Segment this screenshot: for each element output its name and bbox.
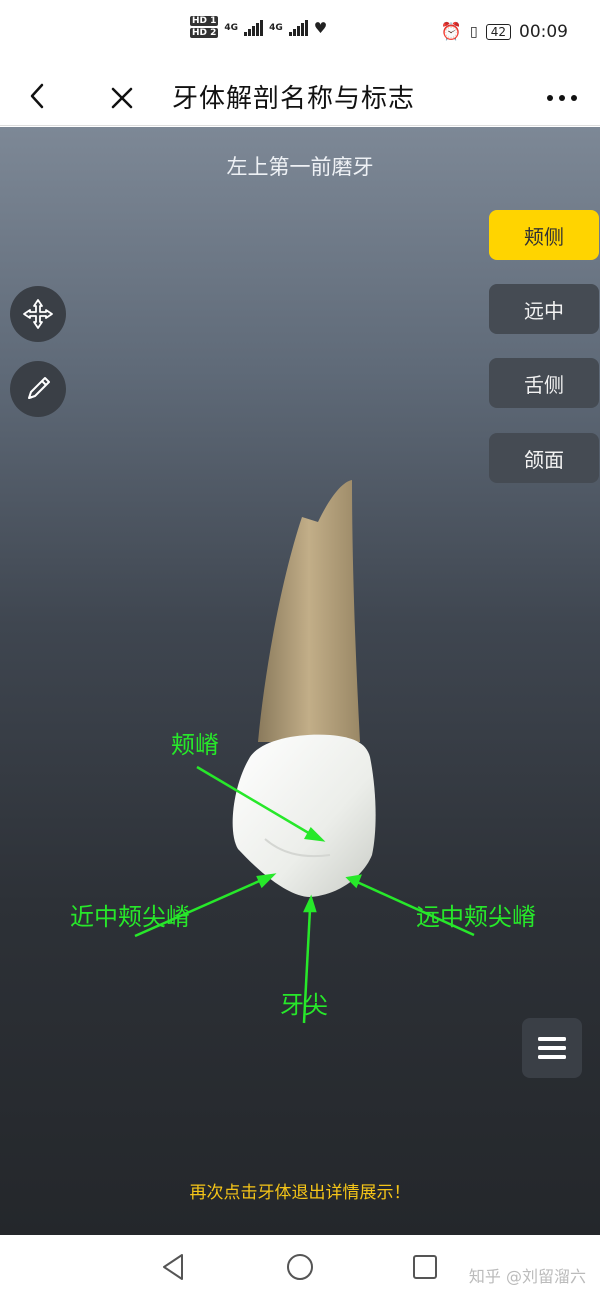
- signal-icon-2: [288, 20, 308, 36]
- alarm-icon: ⏰: [440, 22, 462, 42]
- app-header: 牙体解剖名称与标志: [0, 66, 600, 126]
- annotation-mesial-cusp-ridge: 近中颊尖嵴: [70, 903, 190, 931]
- watermark: 知乎 @刘留溜六: [468, 1267, 586, 1286]
- net2-label: 4G: [269, 23, 283, 33]
- tooth-root: [258, 480, 360, 742]
- nav-home-icon[interactable]: [284, 1251, 316, 1283]
- net1-label: 4G: [224, 23, 239, 33]
- annotation-distal-cusp-ridge: 远中颊尖嵴: [416, 903, 536, 931]
- tooth-crown: [232, 734, 376, 897]
- back-button[interactable]: [20, 76, 60, 116]
- tooth-model[interactable]: [0, 127, 600, 1235]
- hd-badges: HD 1 HD 2: [190, 16, 219, 40]
- hamburger-icon: [538, 1037, 566, 1059]
- hd2-badge: HD 2: [190, 28, 219, 38]
- more-icon: [547, 95, 577, 101]
- clock: 00:09: [519, 22, 568, 42]
- more-button[interactable]: [542, 76, 582, 116]
- exit-hint: 再次点击牙体退出详情展示！: [189, 1183, 411, 1203]
- close-button[interactable]: [102, 76, 142, 116]
- battery-icon: 42: [485, 24, 511, 40]
- annotation-cusp-tip: 牙尖: [280, 991, 328, 1019]
- close-icon: [111, 87, 133, 109]
- status-right: ⏰ ▯ 42 00:09: [441, 22, 568, 42]
- signal-icon: [244, 20, 264, 36]
- nav-recents-icon[interactable]: [409, 1251, 441, 1283]
- annotation-buccal-ridge: 颊嵴: [171, 731, 219, 759]
- page-title: 牙体解剖名称与标志: [172, 84, 416, 114]
- status-bar: HD 1 HD 2 4G 4G ♥ ⏰ ▯ 42 00:09: [0, 0, 600, 66]
- hd1-badge: HD 1: [190, 16, 219, 26]
- nav-back-icon[interactable]: [158, 1251, 190, 1283]
- status-left: HD 1 HD 2 4G 4G ♥: [190, 16, 327, 40]
- menu-button[interactable]: [522, 1018, 582, 1078]
- heart-icon: ♥: [313, 19, 328, 37]
- vibrate-icon: ▯: [470, 24, 478, 40]
- back-icon: [30, 83, 44, 109]
- system-nav-bar: 知乎 @刘留溜六: [0, 1235, 600, 1299]
- tooth-viewer[interactable]: 左上第一前磨牙 颊侧 远中 舌侧 颌面 颊嵴 近中颊尖嵴 远中颊尖嵴 牙尖 再次…: [0, 127, 600, 1235]
